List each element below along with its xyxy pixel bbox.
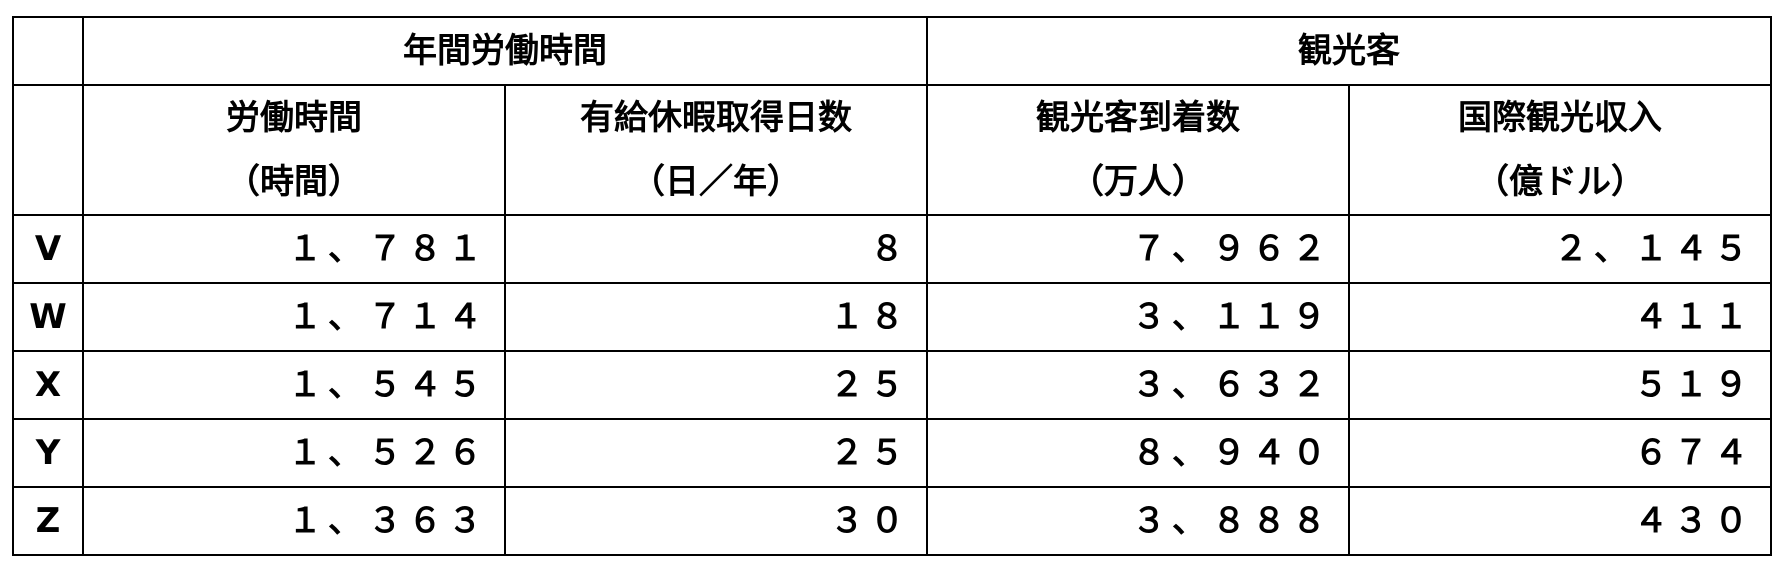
column-header: 有給休暇取得日数 （日／年） (504, 84, 928, 216)
group-header-tourists: 観光客 (926, 16, 1772, 86)
column-name: 有給休暇取得日数 (580, 98, 852, 138)
column-unit: （万人） (1070, 162, 1206, 202)
table-cell: ２５ (504, 350, 928, 420)
table-row: Y １、５２６ ２５ ８、９４０ ６７４ (12, 418, 1772, 488)
column-header: 国際観光収入 （億ドル） (1348, 84, 1772, 216)
table-cell: ４３０ (1348, 486, 1772, 556)
column-name: 労働時間 (226, 98, 362, 138)
table-cell: ８ (504, 214, 928, 284)
table-row: V １、７８１ ８ ７、９６２ ２、１４５ (12, 214, 1772, 284)
group-header-row: 年間労働時間 観光客 (12, 16, 1772, 86)
table-cell: ２、１４５ (1348, 214, 1772, 284)
table-cell: ８、９４０ (926, 418, 1350, 488)
table-row: Z １、３６３ ３０ ３、８８８ ４３０ (12, 486, 1772, 556)
table-cell: １、５２６ (82, 418, 506, 488)
column-unit: （億ドル） (1475, 162, 1645, 202)
table-row: W １、７１４ １８ ３、１１９ ４１１ (12, 282, 1772, 352)
table-row: X １、５４５ ２５ ３、６３２ ５１９ (12, 350, 1772, 420)
table-cell: ３、８８８ (926, 486, 1350, 556)
table-cell: １、７１４ (82, 282, 506, 352)
column-header: 労働時間 （時間） (82, 84, 506, 216)
table-cell: ７、９６２ (926, 214, 1350, 284)
table-cell: １、５４５ (82, 350, 506, 420)
row-label: Y (12, 418, 84, 488)
table-cell: ３０ (504, 486, 928, 556)
table-cell: ６７４ (1348, 418, 1772, 488)
column-name: 観光客到着数 (1036, 98, 1240, 138)
row-label: W (12, 282, 84, 352)
table-cell: ３、１１９ (926, 282, 1350, 352)
table-cell: ２５ (504, 418, 928, 488)
group-header-annual-hours: 年間労働時間 (82, 16, 928, 86)
column-unit: （時間） (226, 162, 362, 202)
row-label: X (12, 350, 84, 420)
table-cell: １８ (504, 282, 928, 352)
corner-cell (12, 16, 84, 86)
table-cell: ５１９ (1348, 350, 1772, 420)
column-unit: （日／年） (631, 162, 801, 202)
table-cell: ４１１ (1348, 282, 1772, 352)
corner-cell (12, 84, 84, 216)
table-cell: ３、６３２ (926, 350, 1350, 420)
data-table: 年間労働時間 観光客 労働時間 （時間） 有給休暇取得日数 （日／年） 観光客到… (12, 16, 1772, 556)
column-header-row: 労働時間 （時間） 有給休暇取得日数 （日／年） 観光客到着数 （万人） 国際観… (12, 84, 1772, 216)
table-cell: １、３６３ (82, 486, 506, 556)
column-header: 観光客到着数 （万人） (926, 84, 1350, 216)
row-label: Z (12, 486, 84, 556)
column-name: 国際観光収入 (1458, 98, 1662, 138)
row-label: V (12, 214, 84, 284)
table-cell: １、７８１ (82, 214, 506, 284)
